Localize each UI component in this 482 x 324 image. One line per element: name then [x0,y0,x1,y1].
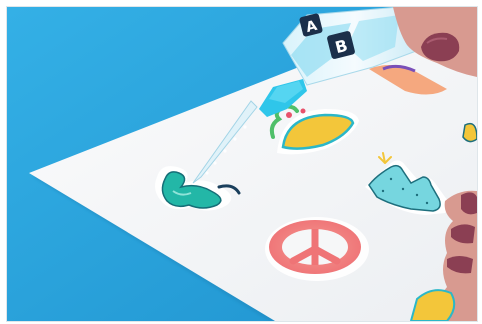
craft-photo: A B [6,6,478,322]
peace-sign-sticker [265,217,369,281]
photo-frame: A B [0,0,482,324]
edge-sticker [462,122,477,143]
scene-svg: A B [7,7,477,321]
